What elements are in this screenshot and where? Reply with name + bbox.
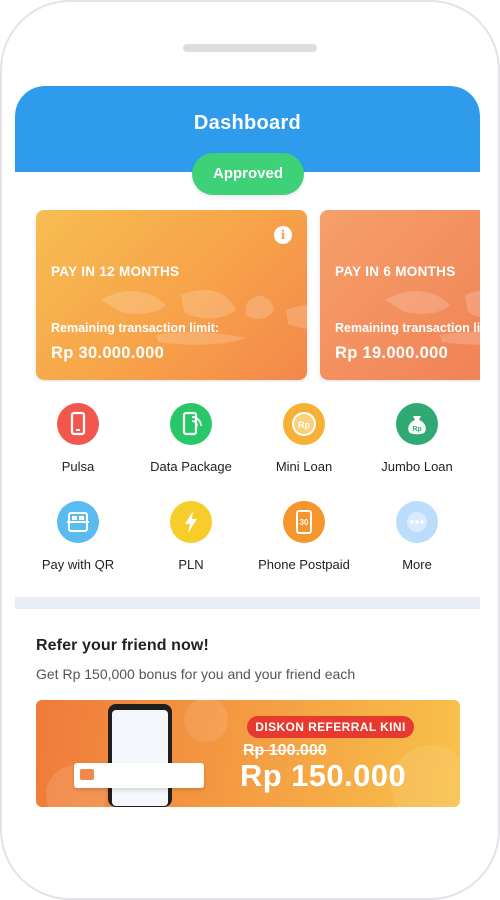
service-pulsa[interactable]: Pulsa bbox=[22, 403, 134, 474]
service-label: Pay with QR bbox=[41, 557, 115, 572]
more-dots-icon bbox=[396, 501, 438, 543]
service-label: Mini Loan bbox=[275, 459, 333, 474]
qr-scan-icon bbox=[57, 501, 99, 543]
service-pay-with-qr[interactable]: Pay with QR bbox=[22, 501, 134, 572]
banner-notification-graphic bbox=[74, 763, 204, 788]
svg-text:Rp: Rp bbox=[412, 426, 421, 433]
service-label: Data Package bbox=[150, 459, 232, 474]
phone-icon bbox=[57, 403, 99, 445]
app-screen: Dashboard Approved i PAY IN 12 MONTHS Re… bbox=[15, 86, 480, 830]
limit-cards-carousel[interactable]: i PAY IN 12 MONTHS Remaining transaction… bbox=[15, 210, 480, 382]
service-label: Jumbo Loan bbox=[381, 459, 453, 474]
svg-text:Rp: Rp bbox=[298, 420, 310, 430]
service-mini-loan[interactable]: Rp Mini Loan bbox=[248, 403, 360, 474]
service-phone-postpaid[interactable]: 30 Phone Postpaid bbox=[248, 501, 360, 572]
banner-phone-graphic bbox=[108, 704, 172, 807]
service-jumbo-loan[interactable]: Rp Jumbo Loan bbox=[361, 403, 473, 474]
service-label: Pulsa bbox=[61, 459, 95, 474]
refer-title: Refer your friend now! bbox=[36, 637, 209, 654]
refer-subtitle: Get Rp 150,000 bonus for you and your fr… bbox=[36, 666, 356, 682]
limit-card-title: PAY IN 12 MONTHS bbox=[51, 264, 180, 279]
limit-card-subtitle: Remaining transaction limit: bbox=[335, 321, 480, 335]
limit-card-amount: Rp 19.000.000 bbox=[335, 344, 449, 362]
service-data-package[interactable]: Data Package bbox=[135, 403, 247, 474]
approved-status-badge: Approved bbox=[192, 153, 304, 195]
referral-banner[interactable]: DISKON REFERRAL KINI Rp 100.000 Rp 150.0… bbox=[36, 700, 460, 807]
limit-card-6-months[interactable]: PAY IN 6 MONTHS Remaining transaction li… bbox=[320, 210, 480, 380]
phone-30-icon: 30 bbox=[283, 501, 325, 543]
service-more[interactable]: More bbox=[361, 501, 473, 572]
service-label: PLN bbox=[178, 557, 204, 572]
section-divider bbox=[15, 597, 480, 609]
service-label: Phone Postpaid bbox=[258, 557, 350, 572]
info-icon[interactable]: i bbox=[274, 226, 292, 244]
limit-card-subtitle: Remaining transaction limit: bbox=[51, 321, 220, 335]
banner-tag: DISKON REFERRAL KINI bbox=[247, 716, 414, 738]
banner-new-price: Rp 150.000 bbox=[240, 758, 406, 793]
data-phone-icon bbox=[170, 403, 212, 445]
rp-coin-icon: Rp bbox=[283, 403, 325, 445]
page-title: Dashboard bbox=[193, 112, 302, 134]
limit-card-amount: Rp 30.000.000 bbox=[51, 344, 165, 362]
phone-speaker bbox=[183, 44, 317, 52]
svg-text:30: 30 bbox=[300, 518, 309, 527]
service-label: More bbox=[402, 557, 432, 572]
service-pln[interactable]: PLN bbox=[135, 501, 247, 572]
money-bag-icon: Rp bbox=[396, 403, 438, 445]
limit-card-12-months[interactable]: i PAY IN 12 MONTHS Remaining transaction… bbox=[36, 210, 307, 380]
lightning-icon bbox=[170, 501, 212, 543]
limit-card-title: PAY IN 6 MONTHS bbox=[335, 264, 456, 279]
